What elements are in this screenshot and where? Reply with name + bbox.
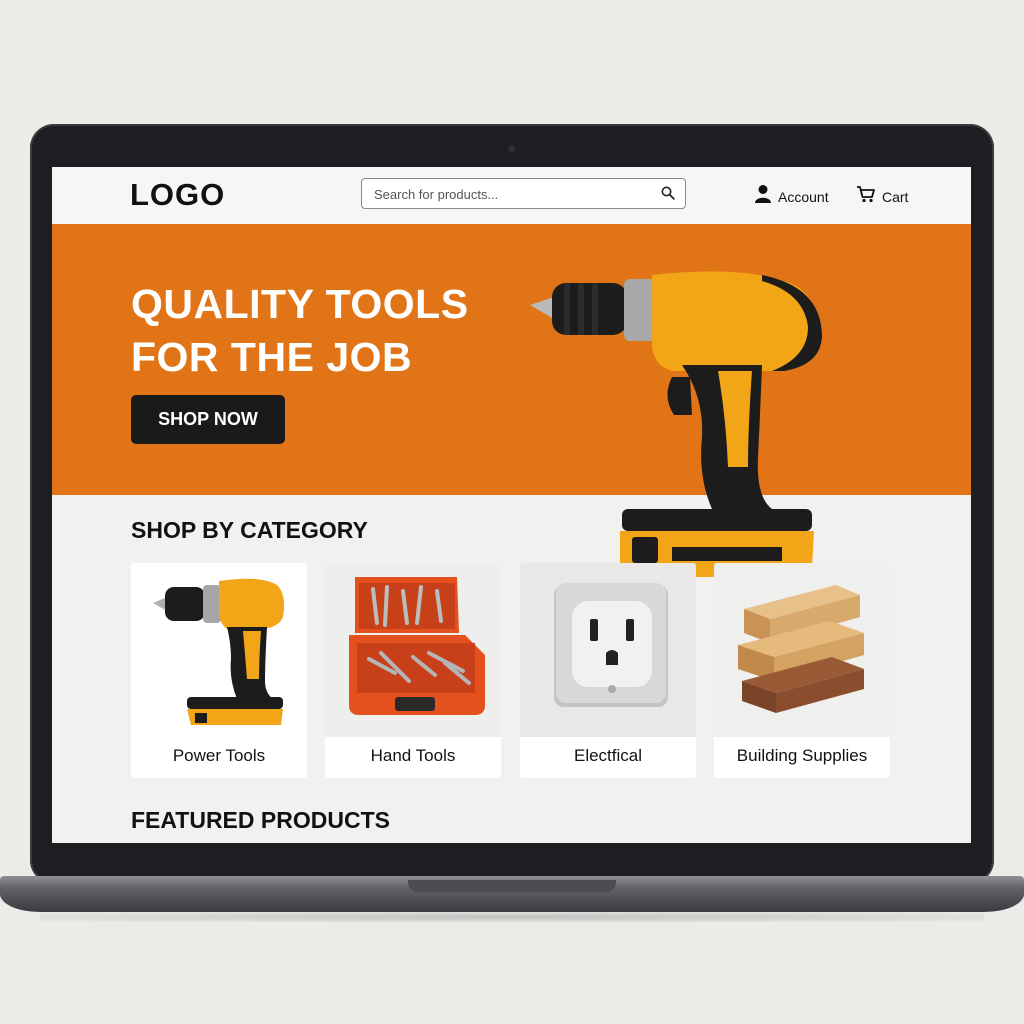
logo[interactable]: LOGO — [130, 177, 225, 213]
cart-icon — [856, 184, 876, 209]
category-card-hand-tools[interactable]: Hand Tools — [325, 563, 501, 778]
hero-drill-image — [530, 271, 822, 577]
category-card-power-tools[interactable]: Power Tools — [131, 563, 307, 778]
cart-link[interactable]: Cart — [856, 184, 908, 209]
lumber-icon — [714, 563, 890, 737]
shop-now-button[interactable]: SHOP NOW — [131, 395, 285, 444]
category-section-title: SHOP BY CATEGORY — [131, 517, 368, 543]
category-label-hand-tools: Hand Tools — [370, 746, 456, 765]
search-icon[interactable] — [661, 186, 675, 205]
laptop-notch — [408, 880, 616, 892]
category-label-building-supplies: Building Supplies — [736, 746, 868, 765]
account-link[interactable]: Account — [754, 184, 829, 209]
category-label-electrical: Electfical — [573, 746, 643, 765]
search-input[interactable] — [372, 184, 646, 204]
category-label-power-tools: Power Tools — [172, 746, 266, 765]
user-icon — [754, 184, 772, 209]
category-card-building-supplies[interactable]: Building Supplies — [714, 563, 890, 778]
laptop-shadow — [40, 912, 984, 922]
hero-title: QUALITY TOOLS FOR THE JOB — [131, 278, 551, 384]
webcam — [508, 145, 515, 152]
browser-screen: LOGO Account — [52, 167, 971, 843]
cart-label: Cart — [882, 188, 909, 205]
hero-banner: QUALITY TOOLS FOR THE JOB SHOP NOW — [52, 224, 971, 495]
drill-icon — [131, 563, 307, 737]
search-box[interactable] — [361, 178, 686, 209]
hero-title-line2: FOR THE JOB — [131, 334, 413, 380]
site-header: LOGO Account — [52, 167, 971, 224]
hero-title-line1: QUALITY TOOLS — [131, 281, 469, 327]
featured-section-title: FEATURED PRODUCTS — [131, 807, 390, 833]
toolbox-icon — [325, 563, 501, 737]
outlet-icon — [520, 563, 696, 737]
category-card-electrical[interactable]: Electfical — [520, 563, 696, 778]
account-label: Account — [778, 188, 829, 205]
